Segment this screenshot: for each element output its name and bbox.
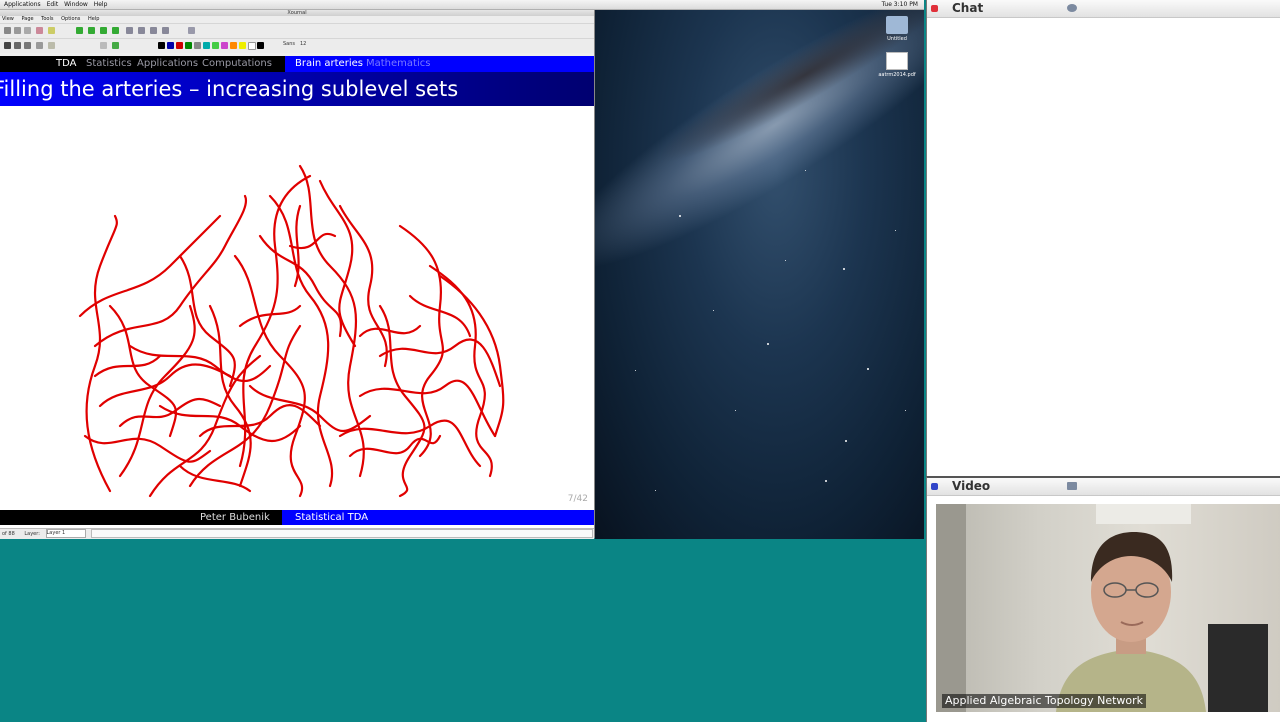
video-header: Video bbox=[927, 478, 1280, 496]
video-panel: Video Applied Algebraic Topology Network bbox=[926, 476, 1280, 722]
menu-help[interactable]: Help bbox=[88, 16, 99, 22]
speech-bubble-icon[interactable] bbox=[1067, 4, 1077, 12]
layer-select[interactable]: Layer 1 bbox=[45, 529, 86, 538]
presenter-image bbox=[936, 504, 1268, 712]
color-orange[interactable] bbox=[230, 42, 237, 49]
pdf-file-icon bbox=[886, 52, 908, 70]
menu-tools[interactable]: Tools bbox=[41, 16, 53, 22]
zoom-fit-icon[interactable] bbox=[150, 27, 157, 34]
highlighter-icon[interactable] bbox=[36, 42, 43, 49]
fullscreen-icon[interactable] bbox=[188, 27, 195, 34]
font-button[interactable]: Sans bbox=[283, 41, 295, 47]
clock: Tue 3:10 PM bbox=[881, 1, 918, 8]
beamer-navbar: TDA Statistics Applications Computations… bbox=[0, 56, 594, 72]
color-green[interactable] bbox=[185, 42, 192, 49]
nav-brain-arteries[interactable]: Brain arteries bbox=[295, 56, 363, 72]
beamer-footer: Peter Bubenik Statistical TDA bbox=[0, 510, 594, 525]
prev-page-icon[interactable] bbox=[88, 27, 95, 34]
color-custom[interactable] bbox=[257, 42, 264, 49]
xournal-statusbar: of 88 Layer: Layer 1 bbox=[0, 528, 594, 539]
camera-icon[interactable] bbox=[1067, 482, 1077, 490]
nav-mathematics[interactable]: Mathematics bbox=[366, 56, 430, 72]
chat-title: Chat bbox=[952, 1, 984, 15]
slide-page[interactable]: TDA Statistics Applications Computations… bbox=[0, 56, 594, 536]
desktop-icon-label: aatrm2014.pdf bbox=[878, 72, 916, 78]
xournal-window: Xournal View Page Tools Options Help San… bbox=[0, 10, 595, 539]
zoom-out-icon[interactable] bbox=[126, 27, 133, 34]
zoom-page-icon[interactable] bbox=[162, 27, 169, 34]
desktop-icon-label: Untitled bbox=[887, 36, 907, 42]
menu-page[interactable]: Page bbox=[21, 16, 33, 22]
eraser-icon[interactable] bbox=[24, 42, 31, 49]
color-white[interactable] bbox=[248, 42, 256, 50]
desktop-icon-folder[interactable]: Untitled bbox=[875, 16, 919, 42]
layer-label: Layer: bbox=[24, 531, 40, 537]
brain-arteries-figure bbox=[78, 164, 505, 498]
pen-icon[interactable] bbox=[4, 42, 11, 49]
status-field bbox=[91, 529, 594, 538]
font-size[interactable]: 12 bbox=[300, 41, 306, 47]
color-yellow[interactable] bbox=[239, 42, 246, 49]
app-menu: View Page Tools Options Help bbox=[0, 16, 594, 23]
hand-icon[interactable] bbox=[100, 42, 107, 49]
open-icon[interactable] bbox=[14, 27, 21, 34]
color-gray[interactable] bbox=[194, 42, 201, 49]
ruler-icon[interactable] bbox=[112, 42, 119, 49]
first-page-icon[interactable] bbox=[76, 27, 83, 34]
nav-computations[interactable]: Computations bbox=[202, 56, 272, 72]
video-title: Video bbox=[952, 479, 991, 493]
new-icon[interactable] bbox=[4, 27, 11, 34]
zoom-in-icon[interactable] bbox=[138, 27, 145, 34]
next-page-icon[interactable] bbox=[100, 27, 107, 34]
chat-header: Chat bbox=[927, 0, 1280, 18]
save-icon[interactable] bbox=[24, 27, 31, 34]
last-page-icon[interactable] bbox=[112, 27, 119, 34]
menu-window[interactable]: Window bbox=[64, 1, 88, 8]
color-cyan[interactable] bbox=[203, 42, 210, 49]
slide-page-number: 7/42 bbox=[567, 494, 588, 504]
nav-tda[interactable]: TDA bbox=[56, 56, 76, 72]
video-status-icon[interactable] bbox=[931, 483, 938, 490]
menu-applications[interactable]: Applications bbox=[4, 1, 41, 8]
webcam-feed[interactable]: Applied Algebraic Topology Network bbox=[936, 504, 1280, 712]
color-black[interactable] bbox=[158, 42, 165, 49]
undo-icon[interactable] bbox=[48, 27, 55, 34]
pen-toolbar: Sans 12 bbox=[0, 38, 594, 53]
menu-view[interactable]: View bbox=[2, 16, 14, 22]
cut-icon[interactable] bbox=[36, 27, 43, 34]
select-icon[interactable] bbox=[48, 42, 55, 49]
footer-author: Peter Bubenik bbox=[200, 512, 270, 523]
close-icon[interactable] bbox=[931, 5, 938, 12]
slide-title-text: Filling the arteries – increasing sublev… bbox=[0, 77, 459, 101]
video-caption: Applied Algebraic Topology Network bbox=[942, 694, 1147, 708]
menu-options[interactable]: Options bbox=[61, 16, 80, 22]
chat-panel: Chat bbox=[926, 0, 1280, 476]
main-toolbar bbox=[0, 23, 594, 38]
nav-statistics[interactable]: Statistics bbox=[86, 56, 132, 72]
nav-applications[interactable]: Applications bbox=[137, 56, 198, 72]
desktop: Untitled aatrm2014.pdf bbox=[595, 10, 924, 539]
menu-help[interactable]: Help bbox=[94, 1, 108, 8]
color-red[interactable] bbox=[176, 42, 183, 49]
page-count: of 88 bbox=[2, 531, 15, 537]
folder-icon bbox=[886, 16, 908, 34]
footer-talk-title: Statistical TDA bbox=[295, 512, 369, 523]
artery-strokes bbox=[78, 164, 505, 498]
color-magenta[interactable] bbox=[221, 42, 228, 49]
os-menubar: Applications Edit Window Help Tue 3:10 P… bbox=[0, 0, 924, 10]
desktop-icon-pdf[interactable]: aatrm2014.pdf bbox=[875, 52, 919, 78]
text-tool-icon[interactable] bbox=[14, 42, 21, 49]
menu-edit[interactable]: Edit bbox=[47, 1, 59, 8]
color-lightgreen[interactable] bbox=[212, 42, 219, 49]
slide-title: Filling the arteries – increasing sublev… bbox=[0, 72, 594, 106]
color-blue[interactable] bbox=[167, 42, 174, 49]
